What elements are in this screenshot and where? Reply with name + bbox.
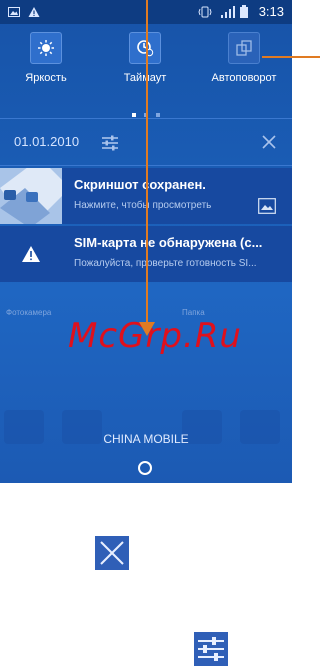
callout-arrow-icon [139, 322, 155, 336]
image-icon [8, 5, 20, 23]
autorotate-icon [228, 32, 260, 64]
vibrate-icon [198, 5, 212, 24]
quick-tile-brightness[interactable]: Яркость [6, 32, 86, 92]
signal-icon [220, 5, 236, 23]
brightness-icon [30, 32, 62, 64]
quick-tile-autorotate[interactable]: Автоповорот [204, 32, 284, 92]
notification-subtitle: Пожалуйста, проверьте готовность SI... [74, 258, 257, 269]
notification-title: Скриншот сохранен. [74, 177, 206, 192]
drag-handle-icon[interactable] [138, 461, 152, 475]
close-icon [95, 536, 129, 570]
screenshot-thumbnail [0, 158, 70, 228]
close-icon[interactable] [260, 133, 278, 156]
quick-tile-label: Автоповорот [211, 72, 277, 84]
notification-subtitle: Нажмите, чтобы просмотреть [74, 200, 212, 211]
callout-line [262, 56, 320, 58]
battery-icon [240, 5, 248, 23]
sliders-icon[interactable] [100, 133, 120, 158]
warning-icon [28, 5, 40, 23]
quick-tile-label: Таймаут [123, 72, 167, 84]
warning-icon [0, 226, 62, 282]
quick-tile-timeout[interactable]: Таймаут [105, 32, 185, 92]
sliders-icon [194, 632, 228, 666]
quick-tile-label: Яркость [25, 72, 67, 84]
launcher-label: Фотокамера [6, 308, 52, 317]
status-time: 3:13 [258, 4, 284, 19]
image-icon [258, 198, 276, 219]
notification-title: SIM-карта не обнаружена (с... [74, 235, 263, 250]
page-dot [132, 113, 136, 117]
callout-line [146, 0, 148, 328]
timeout-icon [129, 32, 161, 64]
date-text: 01.01.2010 [14, 134, 80, 149]
carrier-label: CHINA MOBILE [103, 432, 189, 446]
page-dot [156, 113, 160, 117]
